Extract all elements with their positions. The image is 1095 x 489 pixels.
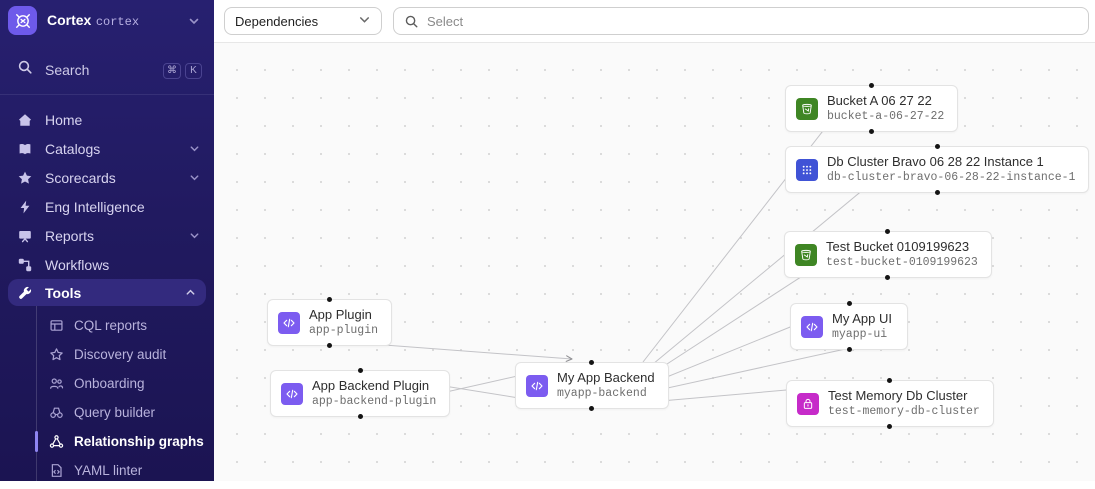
presentation-chart-icon [17, 228, 33, 244]
sidebar-nav: Home Catalogs Scorecards Eng Intelligenc… [0, 101, 214, 489]
graph-node-app-backend-plugin[interactable]: App Backend Plugin app-backend-plugin [270, 368, 451, 419]
graph-node-test-memory-db-cluster[interactable]: Test Memory Db Cluster test-memory-db-cl… [786, 378, 994, 429]
workflow-icon [17, 257, 33, 273]
sidebar-item-home[interactable]: Home [0, 105, 214, 134]
search-icon [404, 14, 419, 29]
workspace-title: Cortex [47, 11, 92, 28]
sidebar-item-label: Query builder [74, 405, 156, 420]
sidebar-item-tools[interactable]: Tools [8, 279, 206, 306]
node-title: App Plugin [309, 307, 372, 322]
entity-search-input[interactable]: Select [393, 7, 1089, 35]
entity-search-placeholder: Select [427, 13, 464, 29]
node-tag: app-backend-plugin [312, 395, 437, 408]
node-title: Test Memory Db Cluster [828, 388, 968, 403]
relationship-type-value: Dependencies [235, 13, 319, 29]
sidebar-item-label: Onboarding [74, 376, 145, 391]
code-icon [278, 311, 300, 334]
graph-node-test-bucket[interactable]: Test Bucket 0109199623 test-bucket-01091… [784, 229, 992, 280]
users-icon [49, 376, 64, 391]
search-icon [17, 59, 33, 80]
sidebar: Cortex cortex Search ⌘ K Home Catalogs S… [0, 0, 214, 485]
s3-bucket-icon [795, 243, 817, 266]
workspace-switcher[interactable]: Cortex cortex [0, 0, 214, 39]
chevron-down-icon [358, 13, 371, 29]
chevron-down-icon [189, 170, 200, 186]
star-outline-icon [49, 347, 64, 362]
sidebar-item-label: Eng Intelligence [45, 198, 145, 215]
sidebar-item-label: Reports [45, 227, 95, 244]
active-indicator [35, 431, 38, 452]
node-title: My App UI [832, 311, 892, 326]
sidebar-item-discovery-audit[interactable]: Discovery audit [37, 340, 214, 369]
relationship-type-select[interactable]: Dependencies [224, 7, 382, 35]
sidebar-item-workflows[interactable]: Workflows [0, 250, 214, 279]
lightning-icon [17, 199, 33, 215]
sidebar-item-label: Home [45, 111, 83, 128]
code-icon [281, 382, 303, 405]
k-key-badge: K [185, 63, 202, 79]
chevron-down-icon [189, 228, 200, 244]
code-file-icon [49, 463, 64, 478]
node-tag: bucket-a-06-27-22 [827, 110, 945, 123]
table-icon [49, 318, 64, 333]
sidebar-item-label: CQL reports [74, 318, 148, 333]
graph-toolbar: Dependencies Select [214, 0, 1095, 43]
node-title: Db Cluster Bravo 06 28 22 Instance 1 [827, 154, 1044, 169]
sidebar-item-label: Discovery audit [74, 347, 167, 362]
sidebar-search[interactable]: Search ⌘ K [0, 47, 214, 92]
cmd-key-badge: ⌘ [163, 63, 181, 79]
sidebar-item-cql-reports[interactable]: CQL reports [37, 311, 214, 340]
sidebar-item-label: Workflows [45, 256, 110, 273]
s3-bucket-icon [796, 97, 818, 120]
home-icon [17, 112, 33, 128]
search-label: Search [45, 61, 90, 78]
node-tag: myapp-ui [832, 328, 888, 341]
relationship-graph-icon [49, 434, 64, 449]
relationship-graph-canvas[interactable]: Bucket A 06 27 22 bucket-a-06-27-22 Db C… [214, 43, 1095, 481]
node-tag: app-plugin [309, 324, 379, 337]
chevron-down-icon [188, 14, 200, 32]
chevron-down-icon [189, 141, 200, 157]
node-title: Test Bucket 0109199623 [826, 239, 970, 254]
tools-submenu: CQL reports Discovery audit Onboarding Q… [35, 306, 214, 485]
book-icon [17, 141, 33, 157]
chevron-up-icon [185, 285, 196, 301]
wrench-icon [17, 285, 33, 301]
binoculars-icon [49, 405, 64, 420]
graph-node-myapp-ui[interactable]: My App UI myapp-ui [790, 301, 908, 352]
node-title: App Backend Plugin [312, 378, 430, 393]
sidebar-item-relationship-graphs[interactable]: Relationship graphs [35, 427, 214, 456]
sidebar-item-reports[interactable]: Reports [0, 221, 214, 250]
graph-node-app-plugin[interactable]: App Plugin app-plugin [267, 297, 393, 348]
node-tag: test-memory-db-cluster [828, 405, 980, 418]
sidebar-item-label: Catalogs [45, 140, 101, 157]
sidebar-item-label: Relationship graphs [74, 434, 204, 449]
sidebar-item-catalogs[interactable]: Catalogs [0, 134, 214, 163]
sidebar-item-label: Tools [45, 284, 82, 301]
code-icon [801, 315, 823, 338]
code-icon [526, 374, 548, 397]
cortex-logo-icon [8, 6, 37, 35]
memorydb-icon [797, 392, 819, 415]
node-tag: db-cluster-bravo-06-28-22-instance-1 [827, 171, 1076, 184]
node-tag: test-bucket-0109199623 [826, 256, 978, 269]
divider [0, 94, 214, 95]
sidebar-item-label: YAML linter [74, 463, 143, 478]
sidebar-item-label: Scorecards [45, 169, 116, 186]
dynamodb-icon [796, 158, 818, 181]
workspace-slug: cortex [95, 14, 140, 29]
sidebar-item-scorecards[interactable]: Scorecards [0, 163, 214, 192]
node-tag: myapp-backend [557, 387, 647, 400]
graph-node-myapp-backend[interactable]: My App Backend myapp-backend [515, 360, 669, 411]
sidebar-item-query-builder[interactable]: Query builder [37, 398, 214, 427]
node-title: My App Backend [557, 370, 655, 385]
sidebar-item-eng-intelligence[interactable]: Eng Intelligence [0, 192, 214, 221]
star-icon [17, 170, 33, 186]
graph-node-bucket-a[interactable]: Bucket A 06 27 22 bucket-a-06-27-22 [785, 83, 959, 134]
node-title: Bucket A 06 27 22 [827, 93, 932, 108]
graph-node-db-cluster-bravo[interactable]: Db Cluster Bravo 06 28 22 Instance 1 db-… [785, 144, 1090, 195]
sidebar-item-onboarding[interactable]: Onboarding [37, 369, 214, 398]
